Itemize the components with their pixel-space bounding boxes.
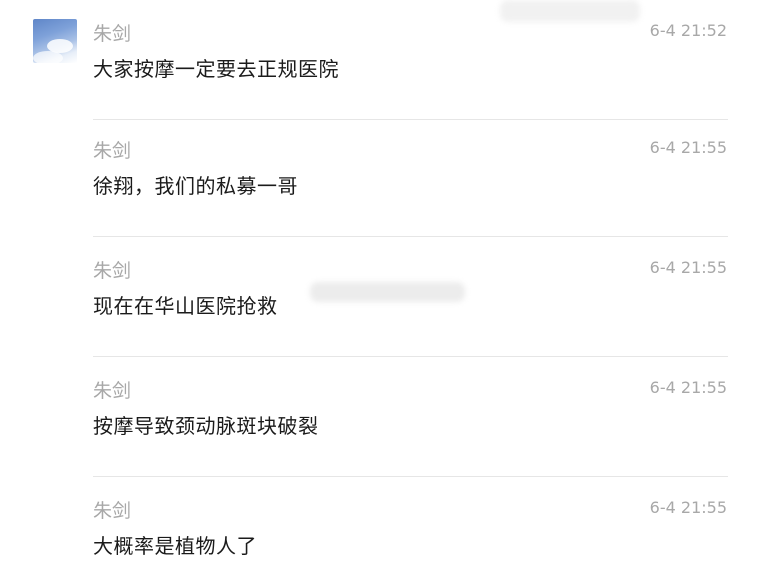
message-text: 徐翔，我们的私募一哥 bbox=[93, 174, 298, 198]
chat-message[interactable]: 朱剑 6-4 21:55 徐翔，我们的私募一哥 bbox=[0, 117, 778, 237]
chat-message[interactable]: 朱剑 6-4 21:55 现在在华山医院抢救 bbox=[0, 237, 778, 357]
sender-name: 朱剑 bbox=[93, 140, 132, 162]
message-text: 大家按摩一定要去正规医院 bbox=[93, 57, 339, 81]
chat-message[interactable]: 朱剑 6-4 21:52 大家按摩一定要去正规医院 bbox=[0, 0, 778, 120]
message-time: 6-4 21:55 bbox=[649, 138, 727, 157]
chat-message[interactable]: 朱剑 6-4 21:55 按摩导致颈动脉斑块破裂 bbox=[0, 357, 778, 477]
message-time: 6-4 21:55 bbox=[649, 498, 727, 517]
chat-message[interactable]: 朱剑 6-4 21:55 大概率是植物人了 bbox=[0, 477, 778, 578]
message-text: 按摩导致颈动脉斑块破裂 bbox=[93, 414, 319, 438]
avatar[interactable] bbox=[33, 19, 77, 63]
chat-message-list: 朱剑 6-4 21:52 大家按摩一定要去正规医院 朱剑 6-4 21:55 徐… bbox=[0, 0, 778, 578]
message-time: 6-4 21:52 bbox=[649, 21, 727, 40]
sender-name: 朱剑 bbox=[93, 500, 132, 522]
sender-name: 朱剑 bbox=[93, 380, 132, 402]
message-time: 6-4 21:55 bbox=[649, 258, 727, 277]
avatar-cloud bbox=[33, 51, 63, 63]
message-text: 现在在华山医院抢救 bbox=[93, 294, 278, 318]
sender-name: 朱剑 bbox=[93, 23, 132, 45]
message-time: 6-4 21:55 bbox=[649, 378, 727, 397]
sender-name: 朱剑 bbox=[93, 260, 132, 282]
message-text: 大概率是植物人了 bbox=[93, 534, 257, 558]
